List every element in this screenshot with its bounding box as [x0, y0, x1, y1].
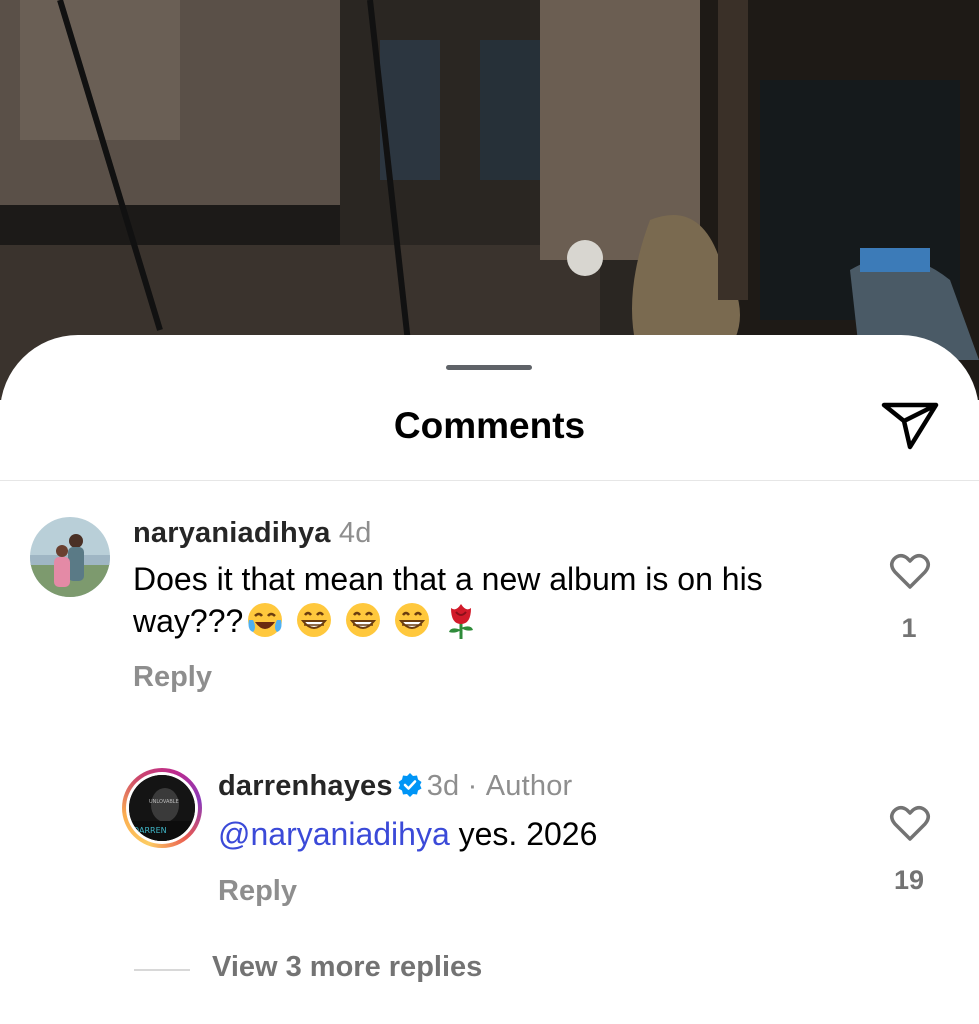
- author-avatar[interactable]: UNLOVABLE DARREN: [122, 768, 202, 848]
- rose-icon: [449, 604, 474, 639]
- author-label: Author: [485, 770, 573, 802]
- avatar-ring-inner: UNLOVABLE DARREN: [126, 772, 198, 844]
- reply-button[interactable]: Reply: [133, 661, 212, 694]
- heart-icon[interactable]: [889, 552, 931, 590]
- mention-link[interactable]: @naryaniadihya: [218, 816, 450, 852]
- heart-icon[interactable]: [889, 804, 931, 842]
- grinning-face-icon: [346, 603, 381, 637]
- face-with-tears-of-joy-icon: [248, 603, 283, 637]
- view-more-replies-button[interactable]: View 3 more replies: [212, 951, 482, 984]
- like-count: 19: [893, 865, 925, 895]
- reply-meta: darrenhayes 3d · Author: [218, 770, 572, 803]
- grinning-face-icon: [395, 603, 430, 637]
- avatar-photo: UNLOVABLE DARREN: [129, 775, 195, 841]
- reply-text: yes. 2026: [449, 816, 598, 852]
- comment-time: 4d: [338, 517, 372, 549]
- grinning-face-icon: [297, 603, 332, 637]
- sheet-title: Comments: [393, 405, 586, 446]
- verified-badge-icon: [398, 773, 422, 797]
- reply-button[interactable]: Reply: [218, 875, 297, 908]
- drag-handle[interactable]: [446, 365, 532, 370]
- avatar-text-bottom: DARREN: [133, 826, 167, 835]
- share-send-icon[interactable]: [880, 399, 940, 453]
- comment-meta: naryaniadihya 4d: [133, 517, 372, 550]
- comment-username[interactable]: naryaniadihya: [133, 517, 331, 549]
- view-more-divider: [134, 969, 190, 971]
- reply-text-block: @naryaniadihya yes. 2026: [218, 814, 818, 855]
- comment-text-block: Does it that mean that a new album is on…: [133, 559, 833, 642]
- like-count: 1: [901, 613, 917, 643]
- reply-username[interactable]: darrenhayes: [218, 770, 393, 802]
- commenter-avatar[interactable]: [30, 517, 110, 597]
- avatar-text-top: UNLOVABLE: [149, 799, 179, 805]
- header-divider: [0, 480, 979, 481]
- reply-time: 3d: [426, 770, 460, 802]
- meta-separator: ·: [467, 770, 478, 802]
- comments-sheet: Comments naryaniadihya 4d Does it that m…: [0, 335, 979, 1024]
